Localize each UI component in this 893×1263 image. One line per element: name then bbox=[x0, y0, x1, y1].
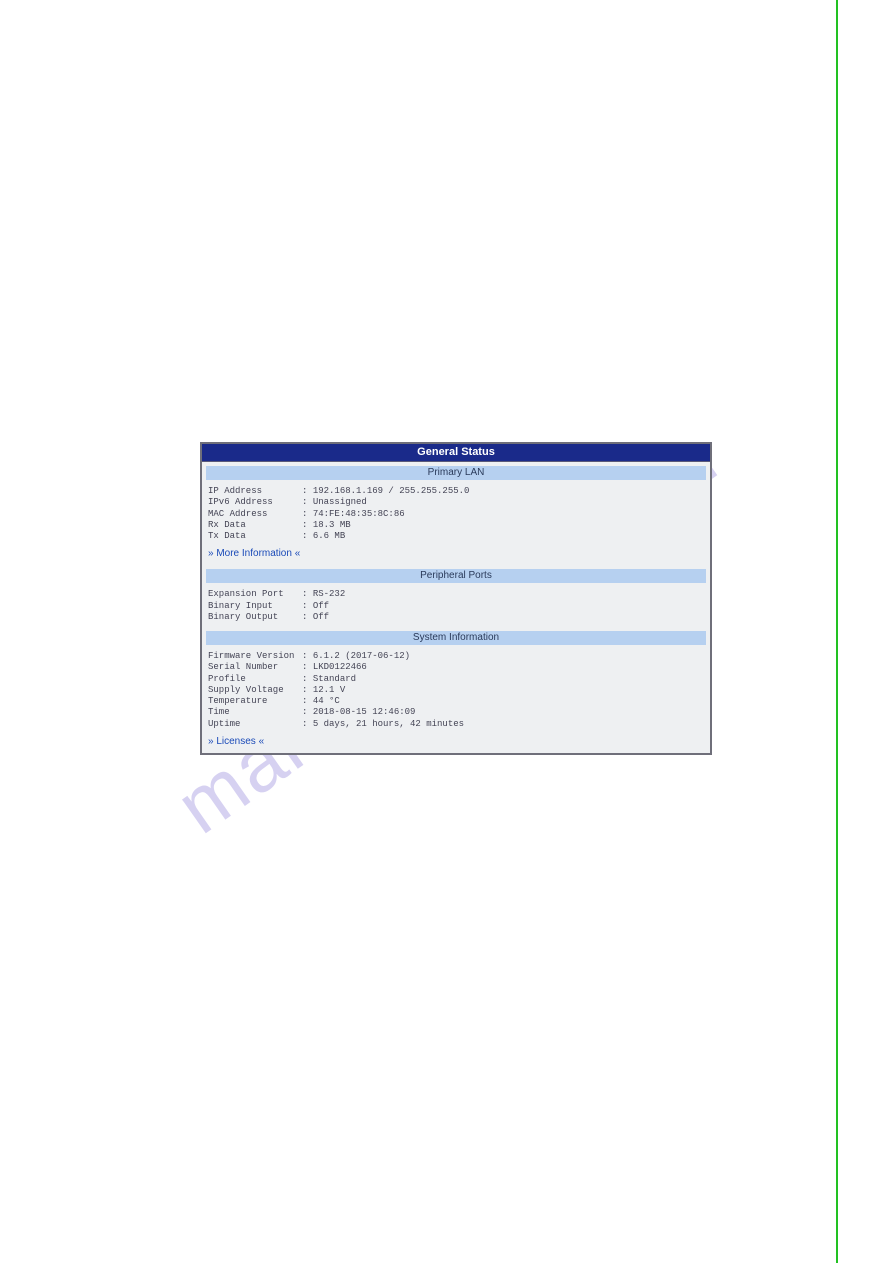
link-row-more-information: » More Information « bbox=[202, 546, 710, 565]
section-body-primary-lan: IP Address: 192.168.1.169 / 255.255.255.… bbox=[202, 480, 710, 546]
row-expansion-port: Expansion Port: RS-232 bbox=[208, 589, 704, 600]
value-binary-output: Off bbox=[313, 612, 329, 622]
label-ip-address: IP Address bbox=[208, 486, 302, 497]
value-binary-input: Off bbox=[313, 601, 329, 611]
label-binary-output: Binary Output bbox=[208, 612, 302, 623]
value-time: 2018-08-15 12:46:09 bbox=[313, 707, 416, 717]
row-rx-data: Rx Data: 18.3 MB bbox=[208, 520, 704, 531]
label-supply-voltage: Supply Voltage bbox=[208, 685, 302, 696]
row-binary-output: Binary Output: Off bbox=[208, 612, 704, 623]
label-mac-address: MAC Address bbox=[208, 509, 302, 520]
row-ip-address: IP Address: 192.168.1.169 / 255.255.255.… bbox=[208, 486, 704, 497]
value-serial-number: LKD0122466 bbox=[313, 662, 367, 672]
link-row-licenses: » Licenses « bbox=[202, 734, 710, 753]
row-time: Time: 2018-08-15 12:46:09 bbox=[208, 707, 704, 718]
value-tx-data: 6.6 MB bbox=[313, 531, 345, 541]
value-ipv6-address: Unassigned bbox=[313, 497, 367, 507]
value-ip-address: 192.168.1.169 / 255.255.255.0 bbox=[313, 486, 470, 496]
panel-title: General Status bbox=[202, 444, 710, 462]
label-rx-data: Rx Data bbox=[208, 520, 302, 531]
label-ipv6-address: IPv6 Address bbox=[208, 497, 302, 508]
row-mac-address: MAC Address: 74:FE:48:35:8C:86 bbox=[208, 509, 704, 520]
row-binary-input: Binary Input: Off bbox=[208, 601, 704, 612]
section-header-peripheral-ports: Peripheral Ports bbox=[206, 569, 706, 583]
value-profile: Standard bbox=[313, 674, 356, 684]
row-firmware-version: Firmware Version: 6.1.2 (2017-06-12) bbox=[208, 651, 704, 662]
section-body-peripheral-ports: Expansion Port: RS-232 Binary Input: Off… bbox=[202, 583, 710, 627]
row-uptime: Uptime: 5 days, 21 hours, 42 minutes bbox=[208, 719, 704, 730]
label-binary-input: Binary Input bbox=[208, 601, 302, 612]
general-status-panel: General Status Primary LAN IP Address: 1… bbox=[200, 442, 712, 755]
licenses-link[interactable]: » Licenses « bbox=[208, 736, 264, 747]
row-ipv6-address: IPv6 Address: Unassigned bbox=[208, 497, 704, 508]
value-temperature: 44 °C bbox=[313, 696, 340, 706]
label-serial-number: Serial Number bbox=[208, 662, 302, 673]
label-uptime: Uptime bbox=[208, 719, 302, 730]
label-temperature: Temperature bbox=[208, 696, 302, 707]
label-firmware-version: Firmware Version bbox=[208, 651, 302, 662]
value-supply-voltage: 12.1 V bbox=[313, 685, 345, 695]
value-uptime: 5 days, 21 hours, 42 minutes bbox=[313, 719, 464, 729]
section-body-system-information: Firmware Version: 6.1.2 (2017-06-12) Ser… bbox=[202, 645, 710, 734]
row-profile: Profile: Standard bbox=[208, 674, 704, 685]
section-header-primary-lan: Primary LAN bbox=[206, 466, 706, 480]
row-supply-voltage: Supply Voltage: 12.1 V bbox=[208, 685, 704, 696]
value-expansion-port: RS-232 bbox=[313, 589, 345, 599]
section-header-system-information: System Information bbox=[206, 631, 706, 645]
label-expansion-port: Expansion Port bbox=[208, 589, 302, 600]
more-information-link[interactable]: » More Information « bbox=[208, 548, 300, 559]
label-tx-data: Tx Data bbox=[208, 531, 302, 542]
value-mac-address: 74:FE:48:35:8C:86 bbox=[313, 509, 405, 519]
label-time: Time bbox=[208, 707, 302, 718]
value-rx-data: 18.3 MB bbox=[313, 520, 351, 530]
row-serial-number: Serial Number: LKD0122466 bbox=[208, 662, 704, 673]
row-temperature: Temperature: 44 °C bbox=[208, 696, 704, 707]
row-tx-data: Tx Data: 6.6 MB bbox=[208, 531, 704, 542]
label-profile: Profile bbox=[208, 674, 302, 685]
page-right-border bbox=[836, 0, 838, 1263]
value-firmware-version: 6.1.2 (2017-06-12) bbox=[313, 651, 410, 661]
